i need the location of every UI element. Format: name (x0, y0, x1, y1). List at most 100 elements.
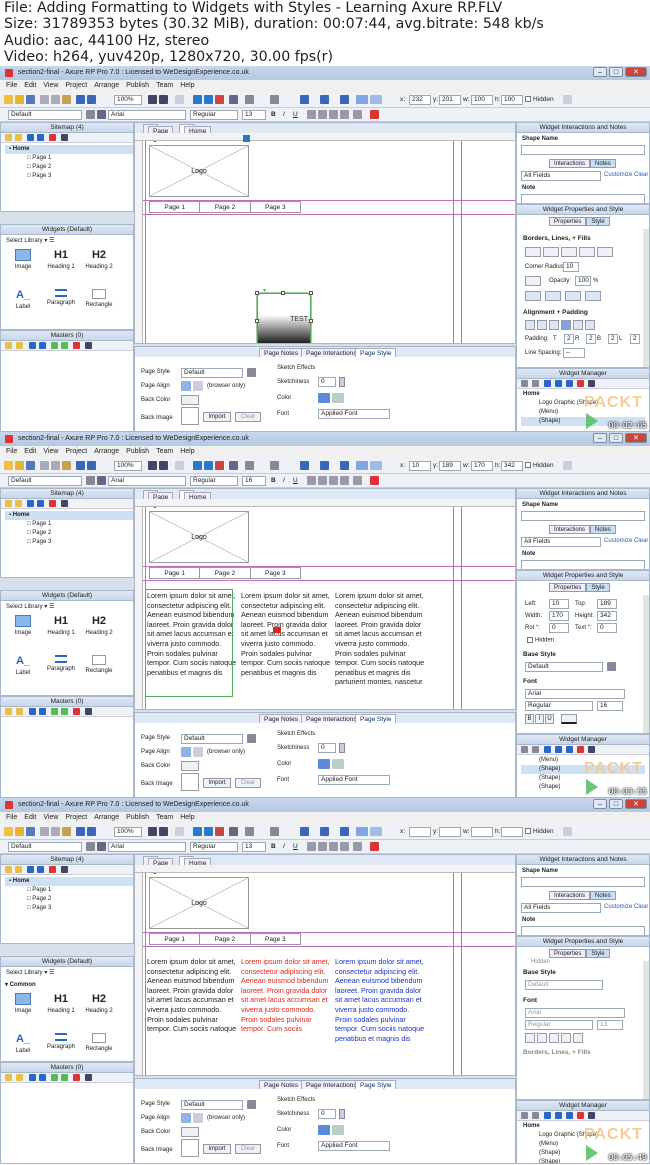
add-master-icon[interactable] (5, 708, 12, 715)
master-search-icon[interactable] (85, 708, 92, 715)
align-icon[interactable] (356, 95, 368, 104)
wm-up-icon[interactable] (544, 746, 551, 753)
w-input[interactable] (471, 827, 493, 837)
paste-icon[interactable] (62, 827, 71, 836)
back-color-picker[interactable] (181, 761, 199, 771)
move-up-icon[interactable] (27, 134, 34, 141)
sitemap-item-page2[interactable]: □ Page 2 (5, 529, 133, 538)
base-style-title[interactable]: Base Style (523, 969, 556, 976)
customize-link[interactable]: Customize (604, 172, 632, 178)
format-painter-icon[interactable] (86, 842, 95, 851)
select-mode-icon[interactable] (148, 827, 157, 836)
connector-icon[interactable] (159, 461, 168, 470)
connector-icon[interactable] (159, 827, 168, 836)
back-color-picker[interactable] (181, 1127, 199, 1137)
font-size-select[interactable]: 16 (597, 701, 623, 711)
style-scrollbar[interactable] (643, 595, 649, 733)
menu-view[interactable]: View (43, 814, 58, 824)
text-color-icon[interactable] (370, 110, 379, 119)
generate-icon[interactable] (215, 95, 224, 104)
base-style-edit-icon[interactable] (607, 662, 616, 671)
pencil-icon[interactable] (245, 827, 254, 836)
undo-icon[interactable] (76, 461, 85, 470)
close-button[interactable]: ✕ (625, 433, 647, 443)
save-icon[interactable] (26, 461, 35, 470)
widget-rectangle[interactable]: Rectangle (83, 1033, 115, 1052)
menu-help[interactable]: Help (180, 448, 194, 458)
settings-icon[interactable] (563, 827, 572, 836)
resize-handle[interactable] (255, 291, 259, 295)
logo-placeholder[interactable]: Logo (149, 145, 249, 197)
font-section-title[interactable]: Font (523, 678, 537, 685)
page-style-select[interactable]: Default (181, 734, 243, 744)
style-editor-icon[interactable] (97, 110, 106, 119)
wm-down-icon[interactable] (555, 380, 562, 387)
weight-select[interactable]: Regular (190, 476, 238, 486)
wm-delete-icon[interactable] (577, 1112, 584, 1119)
text-align-1-icon[interactable] (537, 320, 547, 330)
border-style-3-icon[interactable] (579, 247, 595, 257)
style-scrollbar[interactable] (643, 961, 649, 1099)
style-scrollbar[interactable] (643, 229, 649, 367)
customize-link[interactable]: Customize (604, 904, 632, 910)
note-field[interactable] (521, 194, 645, 203)
rotate-handle-icon[interactable]: ▾ (263, 287, 266, 294)
lorem-paragraph-3[interactable]: Lorem ipsum dolor sit amet, consectetur … (335, 591, 427, 693)
border-color-icon[interactable] (320, 95, 329, 104)
zoom-icon[interactable] (175, 95, 184, 104)
move-down-icon[interactable] (37, 866, 44, 873)
page-menu[interactable]: Page 1 Page 2 Page 3 (149, 933, 301, 945)
tab-page-notes[interactable]: Page Notes (259, 348, 303, 357)
master-indent-icon[interactable] (51, 708, 58, 715)
wm-up-icon[interactable] (544, 380, 551, 387)
sketch-font-select[interactable]: Applied Font (318, 409, 390, 419)
sitemap-item-page1[interactable]: □ Page 1 (5, 886, 133, 895)
master-up-icon[interactable] (29, 708, 36, 715)
edit-style-icon[interactable] (247, 734, 256, 743)
all-fields-select[interactable]: All Fields (521, 537, 601, 547)
shape-name-input[interactable] (521, 877, 645, 887)
tab-page1[interactable]: Page 1 ✕ (143, 124, 174, 144)
sitemap-item-page1[interactable]: □ Page 1 (5, 154, 133, 163)
paste-icon[interactable] (62, 95, 71, 104)
bullet-list-icon[interactable] (353, 842, 362, 851)
master-up-icon[interactable] (29, 1074, 36, 1081)
style-tab[interactable]: Style (586, 949, 610, 958)
menu-file[interactable]: File (6, 448, 17, 458)
fill-icon[interactable] (525, 276, 541, 286)
notes-tab[interactable]: Notes (590, 525, 616, 534)
border-color-icon[interactable] (320, 827, 329, 836)
properties-tab[interactable]: Properties (549, 217, 587, 226)
sketch-font-select[interactable]: Applied Font (318, 775, 390, 785)
menu-item-page1[interactable]: Page 1 (149, 201, 201, 213)
edit-style-icon[interactable] (247, 1100, 256, 1109)
align-left-icon[interactable] (307, 842, 316, 851)
menu-view[interactable]: View (43, 448, 58, 458)
lorem-paragraph-2[interactable]: Lorem ipsum dolor sit amet, consectetur … (241, 957, 333, 1059)
font-size-select[interactable]: 13 (597, 1020, 623, 1030)
prop-input-rot[interactable]: 0 (549, 623, 569, 633)
padding-1[interactable]: 2 (564, 334, 574, 344)
menu-arrange[interactable]: Arrange (94, 448, 119, 458)
interactions-tab[interactable]: Interactions (549, 159, 591, 168)
cut-icon[interactable] (40, 461, 49, 470)
move-up-icon[interactable] (27, 500, 34, 507)
shadow-option-3-icon[interactable] (585, 291, 601, 301)
resize-handle[interactable] (255, 319, 259, 323)
align-page-left-icon[interactable] (181, 1113, 191, 1123)
copy-icon[interactable] (51, 95, 60, 104)
hidden-toggle[interactable]: Hidden (525, 96, 554, 103)
select-library[interactable]: Select Library ▾ ☰ (6, 603, 54, 610)
widget-heading1[interactable]: H1 Heading 1 (45, 993, 77, 1014)
design-canvas[interactable]: Page 1 ✕ Home ✕ Logo Page 1 Page 2 Page … (134, 854, 516, 1076)
all-fields-select[interactable]: All Fields (521, 903, 601, 913)
zoom-icon[interactable] (175, 827, 184, 836)
notes-tab[interactable]: Notes (590, 891, 616, 900)
add-folder-icon[interactable] (15, 134, 22, 141)
widget-label[interactable]: A_ Label (7, 289, 39, 310)
italic-button[interactable]: I (283, 111, 285, 118)
generate-icon[interactable] (215, 461, 224, 470)
interactions-tab[interactable]: Interactions (549, 525, 591, 534)
menu-item-page1[interactable]: Page 1 (149, 567, 201, 579)
shadow-icon[interactable] (340, 95, 349, 104)
